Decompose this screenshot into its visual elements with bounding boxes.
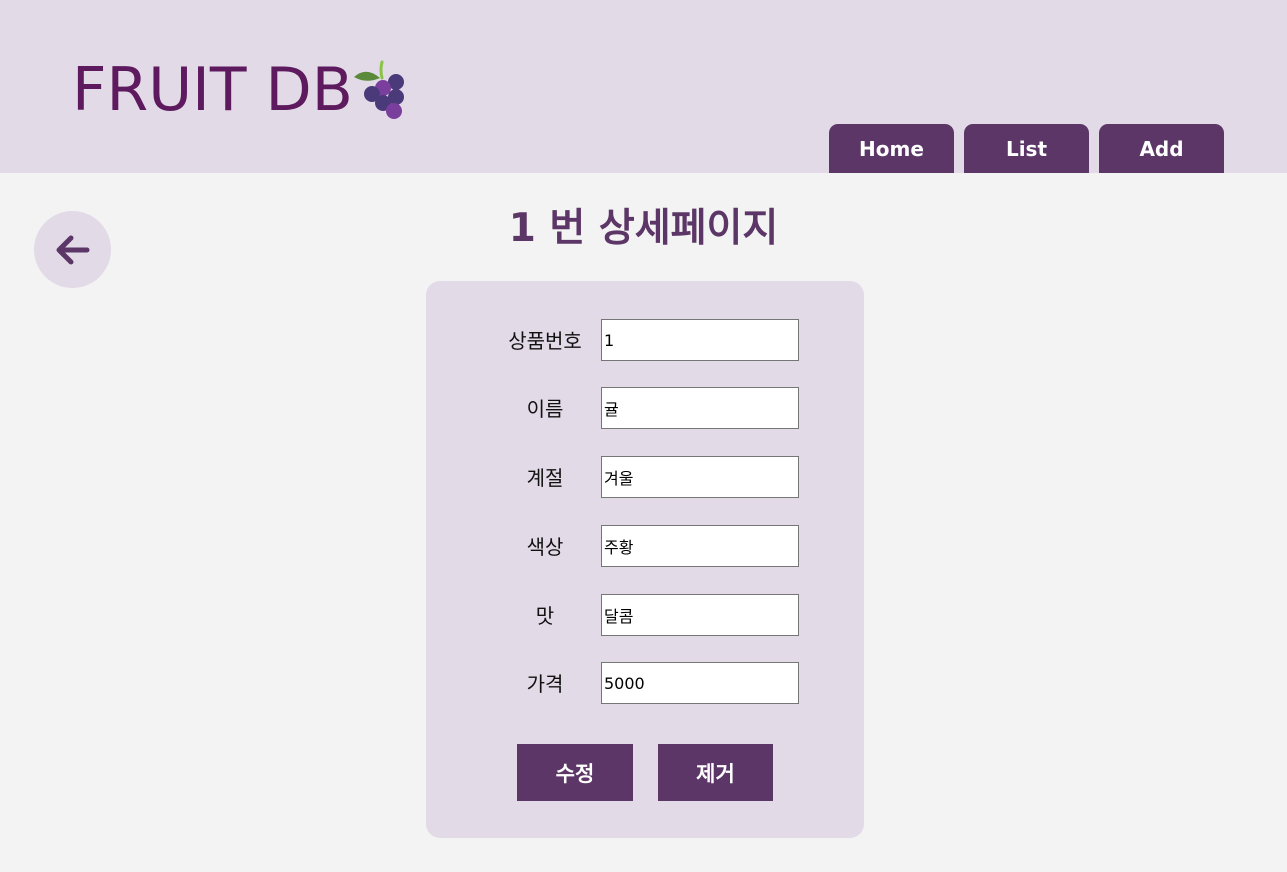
form-row-price: 가격	[426, 662, 864, 706]
form-row-color: 색상	[426, 525, 864, 569]
name-input[interactable]	[601, 387, 799, 429]
nav-add-button[interactable]: Add	[1099, 124, 1224, 173]
season-input[interactable]	[601, 456, 799, 498]
color-input[interactable]	[601, 525, 799, 567]
header: FRUIT DB Home List Add	[0, 0, 1287, 173]
form-row-taste: 맛	[426, 594, 864, 638]
nav-list-button[interactable]: List	[964, 124, 1089, 173]
edit-button[interactable]: 수정	[517, 744, 633, 801]
price-input[interactable]	[601, 662, 799, 704]
field-label: 상품번호	[508, 329, 582, 353]
nav-home-button[interactable]: Home	[829, 124, 954, 173]
logo-text: FRUIT DB	[72, 55, 353, 125]
form-row-product-id: 상품번호	[426, 319, 864, 363]
delete-button[interactable]: 제거	[658, 744, 773, 801]
field-label: 이름	[526, 397, 564, 421]
page-title: 1 번 상세페이지	[508, 206, 779, 251]
main-nav: Home List Add	[829, 124, 1224, 173]
field-label: 맛	[535, 604, 555, 628]
product-id-input[interactable]	[601, 319, 799, 361]
field-label: 색상	[526, 535, 564, 559]
detail-form-card: 상품번호 이름 계절 색상 맛 가격 수정 제거	[426, 281, 864, 838]
field-label: 가격	[526, 672, 564, 696]
form-row-season: 계절	[426, 456, 864, 500]
taste-input[interactable]	[601, 594, 799, 636]
form-row-name: 이름	[426, 387, 864, 431]
grape-icon	[354, 60, 404, 119]
logo[interactable]: FRUIT DB	[72, 52, 404, 128]
field-label: 계절	[526, 466, 564, 490]
